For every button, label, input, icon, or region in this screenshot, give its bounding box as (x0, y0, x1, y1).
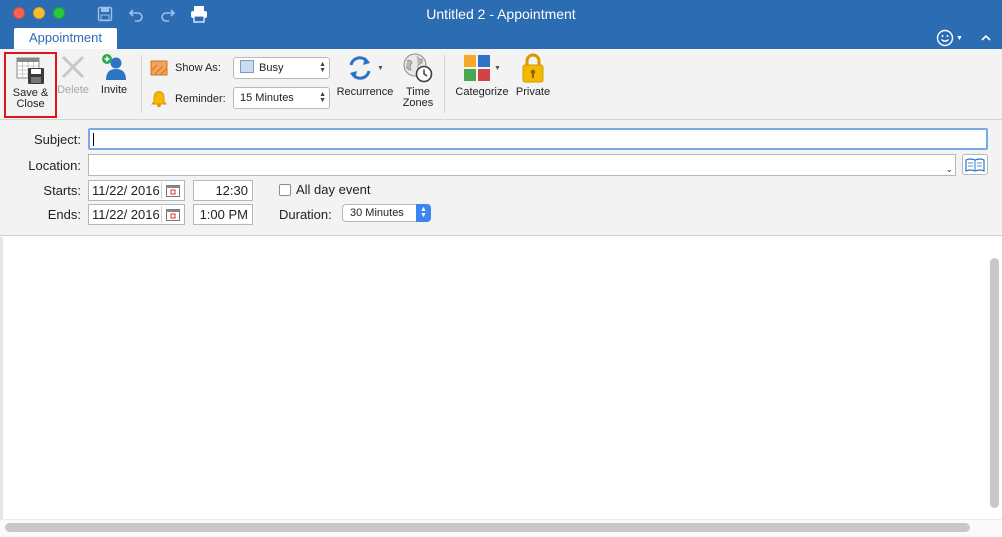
save-close-icon (16, 57, 44, 84)
show-as-label: Show As: (175, 62, 221, 74)
minimize-window-button[interactable] (33, 7, 45, 19)
save-and-close-button[interactable]: Save & Close (4, 52, 57, 118)
delete-label: Delete (57, 84, 89, 96)
end-time-field[interactable]: 1:00 PM (193, 204, 253, 225)
title-bar: Untitled 2 - Appointment (0, 0, 1002, 28)
start-time-field[interactable]: 12:30 PM (193, 180, 253, 217)
recurrence-button[interactable]: ▼ Recurrence (335, 52, 395, 98)
maximize-window-button[interactable] (53, 7, 65, 19)
busy-swatch-icon (240, 60, 254, 73)
recurrence-icon (349, 56, 371, 80)
subject-input[interactable] (88, 128, 988, 150)
address-book-button[interactable] (962, 154, 988, 175)
calendar-picker-button[interactable] (161, 182, 183, 199)
reminder-row: Reminder: (150, 90, 226, 108)
time-zones-button[interactable]: Time Zones (400, 52, 436, 109)
recurrence-label: Recurrence (336, 86, 394, 98)
all-day-label: All day event (296, 182, 371, 197)
categorize-icon (464, 55, 491, 81)
location-input[interactable]: ⌄ (88, 154, 956, 176)
reminder-dropdown[interactable]: 15 Minutes ▲ ▼ (233, 87, 330, 109)
show-as-row: Show As: (150, 60, 221, 76)
chevron-down-icon[interactable]: ⌄ (945, 160, 953, 179)
chevron-down-icon: ▼ (956, 34, 963, 42)
tab-appointment[interactable]: Appointment (14, 28, 117, 49)
show-as-value: Busy (259, 62, 284, 74)
redo-icon[interactable] (158, 4, 178, 24)
updown-arrows-icon: ▲ ▼ (319, 61, 326, 74)
chevron-down-icon: ▼ (494, 64, 501, 72)
reminder-value: 15 Minutes (240, 92, 294, 104)
ribbon: Save & Close Delete Invite Show As: Busy… (0, 49, 1002, 120)
delete-x-icon (61, 55, 85, 79)
save-close-label: Save & Close (12, 87, 49, 110)
subject-label: Subject: (34, 132, 81, 147)
horizontal-scrollbar[interactable] (5, 523, 970, 532)
invite-button[interactable]: Invite (96, 52, 132, 96)
add-person-icon (102, 54, 126, 80)
print-icon[interactable] (189, 4, 209, 24)
vertical-scrollbar[interactable] (990, 258, 999, 508)
lock-icon (522, 53, 544, 83)
calendar-picker-button[interactable] (161, 206, 183, 223)
categorize-label: Categorize (455, 86, 509, 98)
undo-icon[interactable] (126, 4, 146, 24)
bell-icon (150, 90, 168, 108)
smiley-icon (936, 29, 954, 47)
updown-arrows-icon: ▲ ▼ (319, 91, 326, 104)
chevron-down-icon: ▼ (377, 64, 384, 72)
address-book-icon (965, 157, 985, 172)
ribbon-tab-strip: Appointment ▼ (0, 28, 1002, 49)
end-date-field[interactable]: 11/22/ 2016 (88, 204, 185, 225)
start-date-value: 11/22/ 2016 (92, 183, 160, 198)
reminder-label: Reminder: (175, 93, 226, 105)
location-label: Location: (28, 158, 81, 173)
categorize-button[interactable]: ▼ Categorize (452, 52, 512, 98)
globe-clock-icon (403, 53, 433, 83)
close-window-button[interactable] (13, 7, 25, 19)
end-date-value: 11/22/ 2016 (92, 207, 160, 222)
collapse-ribbon-button[interactable] (978, 30, 994, 46)
ends-label: Ends: (47, 207, 81, 222)
duration-label: Duration: (279, 207, 332, 222)
starts-label: Starts: (43, 183, 81, 198)
window-title: Untitled 2 - Appointment (426, 6, 576, 22)
show-as-icon (150, 60, 168, 76)
all-day-checkbox[interactable] (279, 184, 291, 196)
duration-dropdown[interactable]: 30 Minutes ▲ ▼ (342, 204, 431, 222)
text-caret (93, 133, 94, 146)
notes-body[interactable] (3, 237, 1002, 519)
appointment-form: Subject: Location: ⌄ Starts: 11/22/ 2016… (0, 120, 1002, 236)
show-as-dropdown[interactable]: Busy ▲ ▼ (233, 57, 330, 79)
feedback-smiley-button[interactable]: ▼ (936, 29, 966, 47)
ribbon-separator (141, 55, 142, 113)
time-zones-label: Time Zones (402, 86, 434, 109)
invite-label: Invite (100, 84, 128, 96)
save-icon[interactable] (95, 4, 115, 24)
delete-button[interactable]: Delete (55, 52, 91, 96)
calendar-icon (165, 184, 180, 197)
calendar-icon (165, 208, 180, 221)
private-label: Private (515, 86, 551, 98)
chevron-up-icon (981, 34, 991, 41)
private-button[interactable]: Private (515, 52, 551, 98)
start-date-field[interactable]: 11/22/ 2016 (88, 180, 185, 201)
ribbon-separator (444, 55, 445, 113)
updown-arrows-icon: ▲ ▼ (416, 204, 431, 222)
duration-value: 30 Minutes (350, 207, 404, 219)
